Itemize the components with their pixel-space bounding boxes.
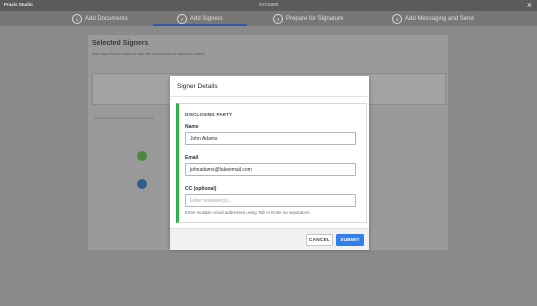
step-label: Add Messaging and Send xyxy=(405,16,474,22)
submit-button[interactable]: SUBMIT xyxy=(336,234,364,246)
signers-subtext: Add signers who need to sign the documen… xyxy=(92,51,206,56)
step-navigation: 1 Add Documents 2 Add Signers 3 Prepare … xyxy=(0,11,537,26)
avatar xyxy=(137,179,147,189)
signer-details-dialog: Signer Details DISCLOSING PARTY Name Joh… xyxy=(170,76,369,250)
party-label: DISCLOSING PARTY xyxy=(185,112,233,117)
dialog-title: Signer Details xyxy=(170,76,369,97)
step-label: Add Documents xyxy=(85,16,128,22)
step-add-messaging-and-send[interactable]: 4 Add Messaging and Send xyxy=(392,14,474,24)
step-number: 4 xyxy=(392,14,402,24)
signers-heading: Selected Signers xyxy=(92,40,149,47)
close-icon[interactable]: × xyxy=(527,0,532,11)
table-header-placeholder xyxy=(94,117,154,119)
active-step-indicator xyxy=(153,24,247,26)
document-title: SYC5000 xyxy=(258,2,279,7)
step-number: 3 xyxy=(273,14,283,24)
cancel-button[interactable]: CANCEL xyxy=(306,234,333,246)
avatar xyxy=(137,151,147,161)
disclosing-party-card: DISCLOSING PARTY Name John Adams Email j… xyxy=(176,103,367,223)
email-field[interactable]: johnadams@fakeemail.com xyxy=(185,163,356,176)
name-label: Name xyxy=(185,124,199,130)
email-label: Email xyxy=(185,155,199,161)
step-add-documents[interactable]: 1 Add Documents xyxy=(72,14,128,24)
step-add-signers[interactable]: 2 Add Signers xyxy=(177,14,223,24)
cc-hint: Enter multiple email addresses using Tab… xyxy=(185,210,311,215)
step-label: Prepare for Signature xyxy=(286,16,344,22)
step-number: 1 xyxy=(72,14,82,24)
cc-field[interactable]: Enter reviewer(s)... xyxy=(185,194,356,207)
dialog-footer: CANCEL SUBMIT xyxy=(170,228,369,250)
cc-label: CC (optional) xyxy=(185,186,217,192)
step-label: Add Signers xyxy=(190,16,223,22)
step-prepare-for-signature[interactable]: 3 Prepare for Signature xyxy=(273,14,343,24)
app-top-bar: Praxis Studio SYC5000 × xyxy=(0,0,537,11)
name-field[interactable]: John Adams xyxy=(185,132,356,145)
step-number: 2 xyxy=(177,14,187,24)
